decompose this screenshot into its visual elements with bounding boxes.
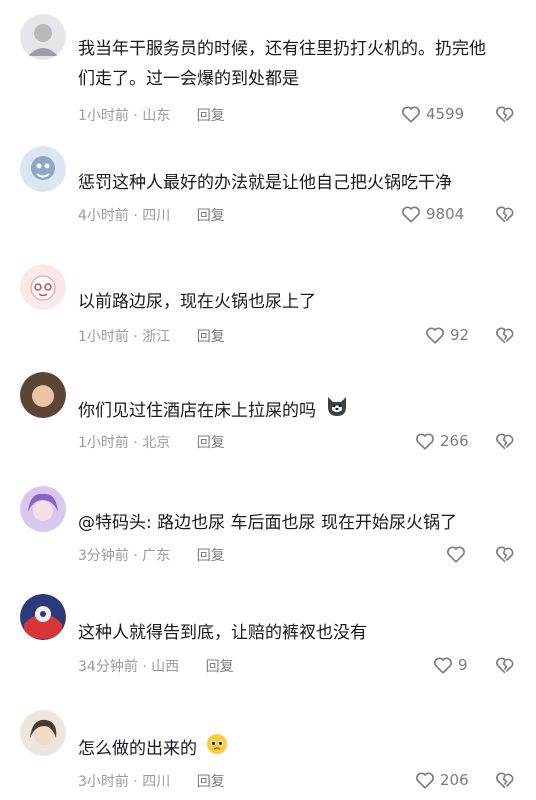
comment-meta: 1小时前 · 山东 回复 xyxy=(78,105,225,125)
avatar[interactable] xyxy=(20,372,66,418)
reply-button[interactable]: 回复 xyxy=(197,435,225,451)
comment-text-line: 这种人就得告到底，让赔的裤衩也没有 xyxy=(78,623,367,643)
reply-button[interactable]: 回复 xyxy=(197,208,225,224)
dislike-button[interactable] xyxy=(494,324,516,346)
comment-text-line: 怎么做的出来的 xyxy=(78,739,197,759)
comment-text-line: 你们见过住酒店在床上拉屎的吗 xyxy=(78,401,316,421)
comment-text: @特码头: 路边也尿 车后面也尿 现在开始尿火锅了 xyxy=(78,508,488,538)
like-count: 266 xyxy=(440,432,469,450)
comment-meta: 3小时前 · 四川 回复 xyxy=(78,771,225,791)
like-button[interactable]: 4599 xyxy=(400,103,464,125)
broken-heart-icon xyxy=(496,657,514,674)
comment-meta: 4小时前 · 四川 回复 xyxy=(78,205,225,225)
time-location: 1小时前 · 浙江 xyxy=(78,329,171,345)
avatar[interactable] xyxy=(20,14,66,60)
like-button[interactable]: 92 xyxy=(424,324,469,346)
broken-heart-icon xyxy=(496,206,514,223)
pleading-face-icon xyxy=(206,733,228,765)
heart-icon xyxy=(426,327,444,344)
reply-button[interactable]: 回复 xyxy=(197,329,225,345)
like-button[interactable]: 9 xyxy=(432,654,468,676)
broken-heart-icon xyxy=(496,546,514,563)
heart-icon xyxy=(402,206,420,223)
dislike-button[interactable] xyxy=(494,103,516,125)
heart-icon xyxy=(434,657,452,674)
comment-text: 这种人就得告到底，让赔的裤衩也没有 xyxy=(78,618,488,648)
time-location: 34分钟前 · 山西 xyxy=(78,659,180,675)
comment-text-line: 我当年干服务员的时候，还有往里扔打火机的。扔完他 xyxy=(78,39,486,59)
comment-meta: 1小时前 · 北京 回复 xyxy=(78,432,225,452)
dislike-button[interactable] xyxy=(494,654,516,676)
broken-heart-icon xyxy=(496,106,514,123)
dislike-button[interactable] xyxy=(494,430,516,452)
reply-button[interactable]: 回复 xyxy=(197,108,225,124)
comment-text-line: 们走了。过一会爆的到处都是 xyxy=(78,69,299,89)
comment-meta: 3分钟前 · 广东 回复 xyxy=(78,545,225,565)
time-location: 1小时前 · 北京 xyxy=(78,435,171,451)
dislike-button[interactable] xyxy=(494,203,516,225)
heart-icon xyxy=(447,546,465,563)
avatar[interactable] xyxy=(20,146,66,192)
dislike-button[interactable] xyxy=(494,543,516,565)
time-location: 3分钟前 · 广东 xyxy=(78,548,171,564)
like-count: 9804 xyxy=(426,205,465,223)
comment-text: 以前路边尿，现在火锅也尿上了 xyxy=(78,287,488,317)
like-button[interactable]: 9804 xyxy=(400,203,464,225)
reply-button[interactable]: 回复 xyxy=(197,548,225,564)
avatar[interactable] xyxy=(20,264,66,310)
broken-heart-icon xyxy=(496,433,514,450)
reply-button[interactable]: 回复 xyxy=(197,774,225,790)
avatar[interactable] xyxy=(20,594,66,640)
broken-heart-icon xyxy=(496,327,514,344)
comment-text-line: 以前路边尿，现在火锅也尿上了 xyxy=(78,292,316,312)
comment-text: 怎么做的出来的 xyxy=(78,733,488,765)
like-button[interactable] xyxy=(445,543,471,565)
like-count: 206 xyxy=(440,771,469,789)
comment-text-line: @特码头: 路边也尿 车后面也尿 现在开始尿火锅了 xyxy=(78,513,457,533)
heart-icon xyxy=(416,772,434,789)
like-button[interactable]: 266 xyxy=(414,430,469,452)
comment-text-line: 惩罚这种人最好的办法就是让他自己把火锅吃干净 xyxy=(78,173,452,193)
heart-icon xyxy=(402,106,420,123)
comment-text: 我当年干服务员的时候，还有往里扔打火机的。扔完他 们走了。过一会爆的到处都是 xyxy=(78,34,488,94)
avatar[interactable] xyxy=(20,486,66,532)
heart-icon xyxy=(416,433,434,450)
dog-face-icon xyxy=(325,395,349,427)
like-count: 4599 xyxy=(426,105,465,123)
comment-text: 惩罚这种人最好的办法就是让他自己把火锅吃干净 xyxy=(78,168,488,198)
like-button[interactable]: 206 xyxy=(414,769,469,791)
reply-button[interactable]: 回复 xyxy=(206,659,234,675)
comment-meta: 34分钟前 · 山西 回复 xyxy=(78,656,234,676)
time-location: 4小时前 · 四川 xyxy=(78,208,171,224)
like-count: 92 xyxy=(450,326,470,344)
broken-heart-icon xyxy=(496,772,514,789)
comment-meta: 1小时前 · 浙江 回复 xyxy=(78,326,225,346)
comment-text: 你们见过住酒店在床上拉屎的吗 xyxy=(78,395,488,427)
like-count: 9 xyxy=(458,656,468,674)
time-location: 3小时前 · 四川 xyxy=(78,774,171,790)
time-location: 1小时前 · 山东 xyxy=(78,108,171,124)
dislike-button[interactable] xyxy=(494,769,516,791)
avatar[interactable] xyxy=(20,710,66,756)
